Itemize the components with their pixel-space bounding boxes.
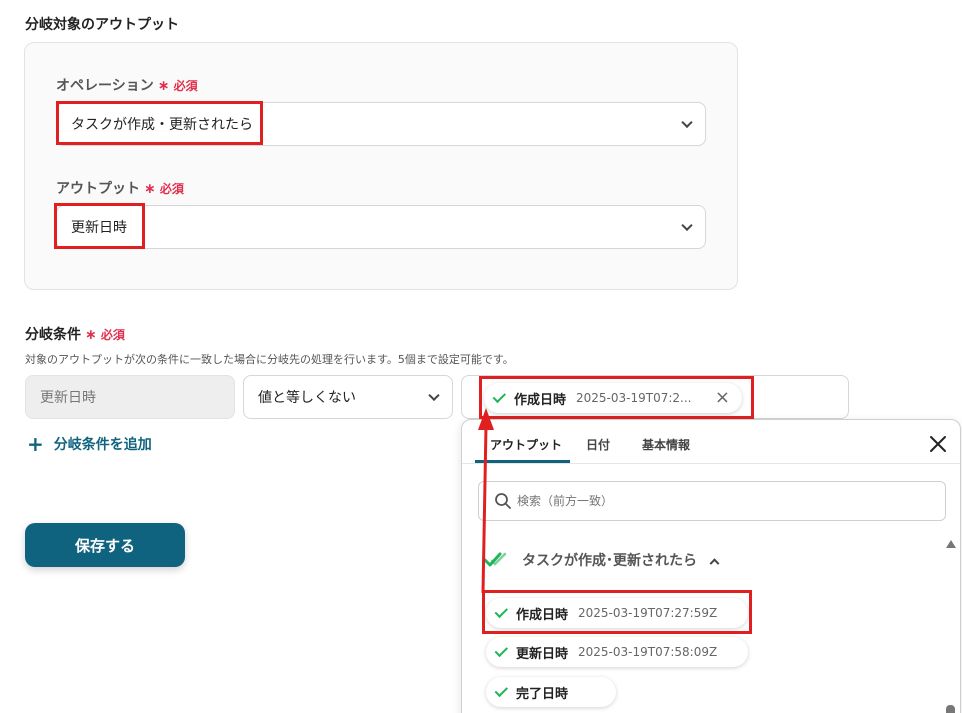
close-icon[interactable] — [929, 435, 947, 453]
chevron-down-icon — [681, 219, 693, 232]
search-input[interactable] — [478, 481, 946, 521]
scrollbar-thumb[interactable] — [946, 705, 955, 713]
tab-divider — [462, 463, 960, 464]
required-badge: ∗ 必須 — [85, 327, 125, 343]
annotation-arrow — [478, 408, 494, 594]
condition-operator-select[interactable]: 値と等しくない — [243, 375, 453, 419]
list-item-updated-at[interactable]: 更新日時 2025-03-19T07:58:09Z — [486, 637, 748, 667]
list-item-name: 完了日時 — [516, 686, 569, 702]
chevron-up-icon[interactable] — [709, 557, 720, 568]
list-item-value: 2025-03-19T07:58:09Z — [578, 645, 718, 659]
check-icon — [494, 643, 509, 657]
group-header-label: タスクが作成･更新されたら — [522, 553, 697, 569]
output-label-text: アウトプット — [56, 181, 140, 197]
list-item-completed-at[interactable]: 完了日時 — [486, 677, 616, 707]
output-picker-popup: アウトプット 日付 基本情報 タスクが作成･更新されたら 作成日時 2025-0… — [461, 419, 961, 713]
tab-date[interactable]: 日付 — [586, 436, 610, 453]
plus-icon: + — [27, 432, 44, 456]
scroll-up-arrow-icon[interactable] — [946, 540, 956, 548]
required-badge: ∗ 必須 — [144, 181, 184, 197]
add-condition-label: 分岐条件を追加 — [53, 437, 152, 453]
add-condition-button[interactable]: + 分岐条件を追加 — [27, 434, 152, 454]
list-item-name: 更新日時 — [516, 646, 569, 662]
output-select[interactable]: 更新日時 — [56, 205, 706, 249]
highlight-box-list-item — [482, 590, 752, 634]
chevron-down-icon — [428, 389, 440, 402]
condition-operator-value: 値と等しくない — [258, 390, 356, 406]
condition-field-readonly: 更新日時 — [25, 375, 235, 419]
highlight-box-chip — [479, 376, 754, 419]
group-header[interactable]: タスクが作成･更新されたら — [484, 550, 720, 570]
tab-basic-info[interactable]: 基本情報 — [642, 436, 690, 453]
condition-description: 対象のアウトプットが次の条件に一致した場合に分岐先の処理を行います。5個まで設定… — [25, 353, 514, 366]
condition-title: 分岐条件 ∗ 必須 — [25, 324, 125, 344]
check-icon — [494, 683, 509, 697]
operation-label-text: オペレーション — [56, 78, 154, 94]
chevron-down-icon — [681, 116, 693, 129]
output-label: アウトプット ∗ 必須 — [56, 178, 184, 198]
section-title-branch-output: 分岐対象のアウトプット — [25, 17, 179, 33]
highlight-box-output — [54, 203, 145, 249]
required-badge: ∗ 必須 — [157, 78, 198, 94]
condition-title-text: 分岐条件 — [25, 327, 81, 343]
highlight-box-operation — [56, 101, 263, 145]
save-button[interactable]: 保存する — [25, 523, 185, 567]
operation-label: オペレーション ∗ 必須 — [56, 75, 198, 95]
